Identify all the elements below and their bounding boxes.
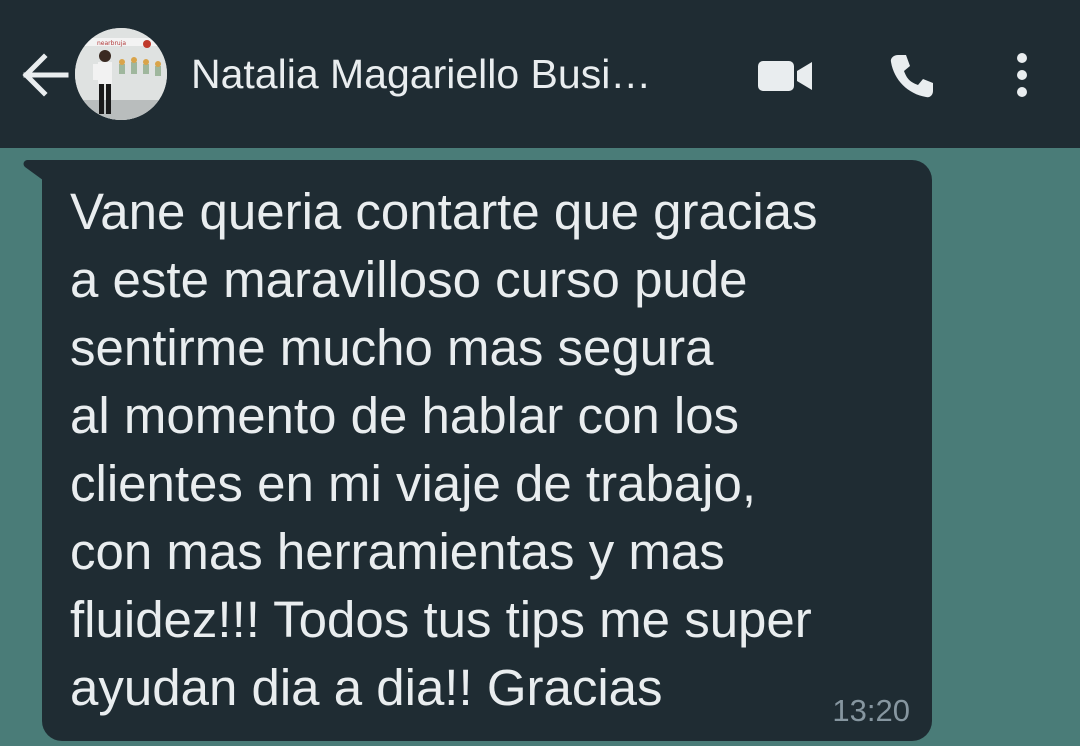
avatar-banner-text: nearbruja: [97, 40, 126, 47]
message-line: fluidez!!! Todos tus tips me super: [70, 591, 812, 648]
message-line: Vane queria contarte que gracias: [70, 183, 818, 240]
message-line: al momento de hablar con los: [70, 387, 740, 444]
arrow-left-icon[interactable]: [20, 52, 70, 98]
message-line: con mas herramientas y mas: [70, 523, 725, 580]
message-line: a este maravilloso curso pude: [70, 251, 748, 308]
video-camera-icon[interactable]: [756, 58, 814, 94]
incoming-message-bubble[interactable]: Vane queria contarte que gracias a este …: [42, 160, 932, 741]
chat-header: nearbruja Natalia Magariello Busi…: [0, 0, 1080, 148]
more-vert-icon[interactable]: [1012, 52, 1032, 98]
phone-icon[interactable]: [888, 52, 936, 100]
avatar[interactable]: nearbruja: [75, 28, 167, 120]
message-line: sentirme mucho mas segura: [70, 319, 714, 376]
message-text: Vane queria contarte que gracias a este …: [70, 178, 920, 722]
message-line: ayudan dia a dia!! Gracias: [70, 659, 663, 716]
message-timestamp: 13:20: [832, 693, 910, 728]
contact-name[interactable]: Natalia Magariello Busi…: [191, 48, 651, 100]
message-line: clientes en mi viaje de trabajo,: [70, 455, 757, 512]
avatar-photo: nearbruja: [75, 28, 167, 120]
